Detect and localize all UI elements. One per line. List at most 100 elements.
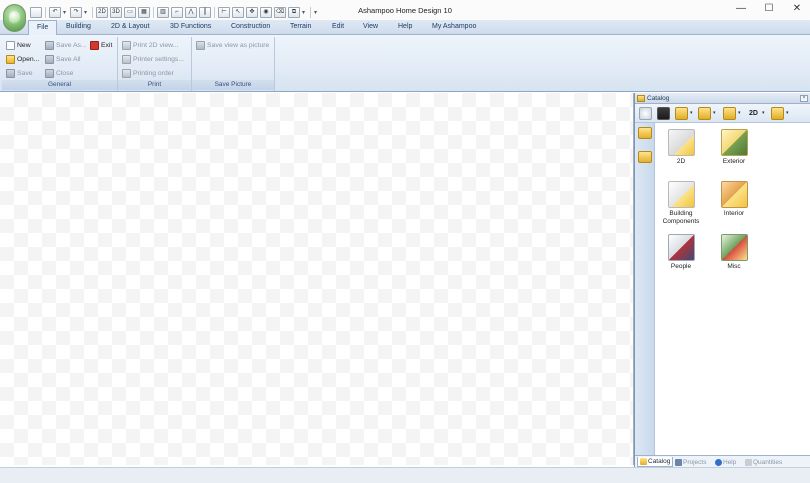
group-general: New Open... Save Save As... Save All Clo… [2, 37, 118, 91]
folder-dropdown-icon-3[interactable]: ▾ [738, 110, 741, 116]
catalog-item-label: Misc [727, 263, 741, 270]
catalog-item-2d[interactable]: 2D [655, 129, 707, 166]
save-view-as-picture-button[interactable]: Save view as picture [196, 41, 269, 50]
save-label: Save [17, 70, 33, 77]
status-bar [0, 467, 810, 483]
catalog-item-label: Interior [723, 210, 745, 217]
drawing-canvas[interactable] [0, 93, 634, 465]
projects-tab-icon [675, 458, 682, 466]
catalog-side-toolbar [635, 123, 655, 457]
tab-construction[interactable]: Construction [231, 23, 270, 30]
tab-view[interactable]: View [363, 23, 378, 30]
save-disk-icon [6, 69, 15, 78]
minimize-button[interactable]: — [726, 0, 756, 18]
save-all-icon [45, 55, 54, 64]
group-label-save-picture: Save Picture [192, 80, 274, 90]
catalog-item-building-components[interactable]: Building Components [655, 181, 707, 225]
catalog-panel: Catalog × ▾ ▾ ▾ 2D ▾ ▾ 2D Exterior Build… [634, 93, 810, 467]
title-bar: ↶ ▾ ↷ ▾ 2D 3D ▭ ▦ ▥ ⌐ ⋀ ║ ⊢ ↖ ✥ ◉ ⌫ ⧉ ▾ … [0, 0, 810, 32]
save-button[interactable]: Save [6, 69, 33, 78]
catalog-close-icon[interactable]: × [800, 95, 808, 102]
ribbon-tabs: File Building 2D & Layout 3D Functions C… [0, 20, 810, 36]
close-project-button[interactable]: Close [45, 69, 73, 78]
catalog-item-people[interactable]: People [655, 234, 707, 271]
tab-file[interactable]: File [28, 20, 58, 36]
2d-dropdown-icon[interactable]: ▾ [762, 110, 765, 116]
window-title: Ashampoo Home Design 10 [358, 6, 452, 15]
save-as-icon [45, 41, 54, 50]
close-label: Close [56, 70, 74, 77]
ribbon: New Open... Save Save As... Save All Clo… [0, 35, 810, 92]
printer-settings-icon [122, 55, 131, 64]
group-label-print: Print [118, 80, 191, 90]
printer-settings-button[interactable]: Printer settings... [122, 55, 184, 64]
catalog-item-label: Exterior [722, 158, 746, 165]
group-print: Print 2D view... Printer settings... Pri… [118, 37, 192, 91]
catalog-toolbar: ▾ ▾ ▾ 2D ▾ ▾ [635, 104, 810, 123]
tab-help-panel[interactable]: Help [715, 457, 736, 467]
catalog-tree-folder-icon[interactable] [638, 127, 652, 139]
print-2d-label: Print 2D view... [133, 42, 179, 49]
exit-icon [90, 41, 99, 50]
tab-catalog-label: Catalog [648, 458, 671, 465]
2d-symbols-icon [667, 129, 695, 156]
tab-building[interactable]: Building [66, 23, 91, 30]
tab-help[interactable]: Help [398, 23, 412, 30]
catalog-item-misc[interactable]: Misc [708, 234, 760, 271]
catalog-item-label: People [670, 263, 692, 270]
tab-quantities[interactable]: Quantities [745, 457, 782, 467]
folder-dropdown-icon[interactable]: ▾ [690, 110, 693, 116]
folder-dropdown-icon-4[interactable]: ▾ [786, 110, 789, 116]
tab-projects[interactable]: Projects [675, 457, 706, 467]
interior-icon [720, 181, 748, 208]
tab-projects-label: Projects [683, 458, 707, 466]
exit-button[interactable]: Exit [90, 41, 112, 50]
quantities-tab-icon [745, 458, 752, 466]
print-2d-view-button[interactable]: Print 2D view... [122, 41, 178, 50]
save-all-button[interactable]: Save All [45, 55, 81, 64]
open-button[interactable]: Open... [6, 55, 39, 64]
printing-order-icon [122, 69, 131, 78]
tab-quantities-label: Quantities [753, 458, 783, 466]
catalog-book-icon[interactable] [657, 107, 670, 120]
people-icon [667, 234, 695, 261]
catalog-item-exterior[interactable]: Exterior [708, 129, 760, 166]
catalog-folder-icon-2[interactable] [698, 107, 711, 120]
catalog-item-interior[interactable]: Interior [708, 181, 760, 218]
maximize-button[interactable]: ☐ [754, 0, 784, 18]
tab-help-label: Help [723, 458, 737, 466]
catalog-folder-icon-3[interactable] [723, 107, 736, 120]
save-all-label: Save All [56, 56, 81, 63]
exit-label: Exit [101, 42, 113, 49]
catalog-folder-open-icon[interactable] [675, 107, 688, 120]
tab-catalog[interactable]: Catalog [637, 457, 674, 467]
catalog-item-label: Building Components [662, 210, 700, 225]
save-as-label: Save As... [56, 42, 87, 49]
tab-my-ashampoo[interactable]: My Ashampoo [432, 23, 476, 30]
pointer-icon[interactable] [639, 107, 652, 120]
tab-3d-functions[interactable]: 3D Functions [170, 23, 211, 30]
save-as-button[interactable]: Save As... [45, 41, 87, 50]
building-components-icon [667, 181, 695, 208]
printing-order-button[interactable]: Printing order [122, 69, 174, 78]
catalog-title: Catalog [647, 95, 670, 102]
printing-order-label: Printing order [133, 70, 174, 77]
new-button[interactable]: New [6, 41, 31, 50]
tab-terrain[interactable]: Terrain [290, 23, 311, 30]
group-label-general: General [2, 80, 117, 90]
picture-icon [196, 41, 205, 50]
app-menu-button[interactable] [3, 4, 26, 32]
new-label: New [17, 42, 31, 49]
tab-2d-layout[interactable]: 2D & Layout [111, 23, 150, 30]
tab-edit[interactable]: Edit [332, 23, 344, 30]
catalog-tab-icon [640, 458, 647, 465]
catalog-folder-icon-4[interactable] [771, 107, 784, 120]
close-button[interactable]: ✕ [782, 0, 810, 18]
catalog-item-label: 2D [676, 158, 686, 165]
folder-dropdown-icon-2[interactable]: ▾ [713, 110, 716, 116]
printer-icon [122, 41, 131, 50]
printer-settings-label: Printer settings... [133, 56, 184, 63]
catalog-2d-icon[interactable]: 2D [747, 107, 760, 120]
catalog-tree-folder-icon-2[interactable] [638, 151, 652, 163]
catalog-folder-icon [637, 95, 645, 102]
